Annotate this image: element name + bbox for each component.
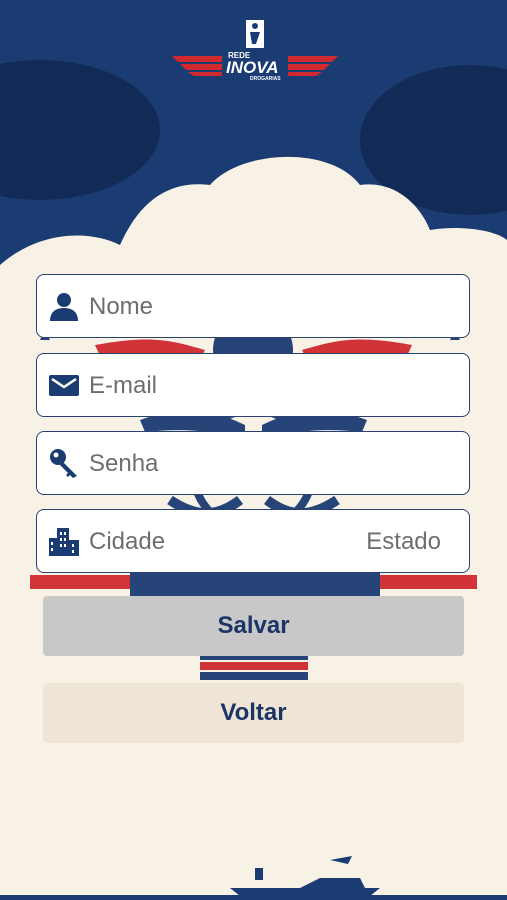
person-icon <box>50 293 78 321</box>
mail-icon <box>49 375 79 396</box>
back-button[interactable]: Voltar <box>43 683 464 743</box>
brand-logo: REDE INOVA DROGARIAS <box>170 18 340 88</box>
email-field[interactable]: E-mail <box>36 353 470 417</box>
city-state-field[interactable]: Cidade Estado <box>36 509 470 573</box>
name-placeholder: Nome <box>89 293 154 320</box>
key-icon <box>50 449 77 478</box>
city-icon <box>49 528 79 556</box>
city-placeholder[interactable]: Cidade <box>89 528 165 556</box>
email-placeholder: E-mail <box>89 372 158 399</box>
password-placeholder: Senha <box>89 450 159 477</box>
brand-name: INOVA <box>226 58 279 77</box>
brand-line3: DROGARIAS <box>250 76 281 82</box>
state-placeholder[interactable]: Estado <box>366 528 441 556</box>
password-field[interactable]: Senha <box>36 431 470 495</box>
name-field[interactable]: Nome <box>36 274 470 338</box>
save-button[interactable]: Salvar <box>43 596 464 656</box>
